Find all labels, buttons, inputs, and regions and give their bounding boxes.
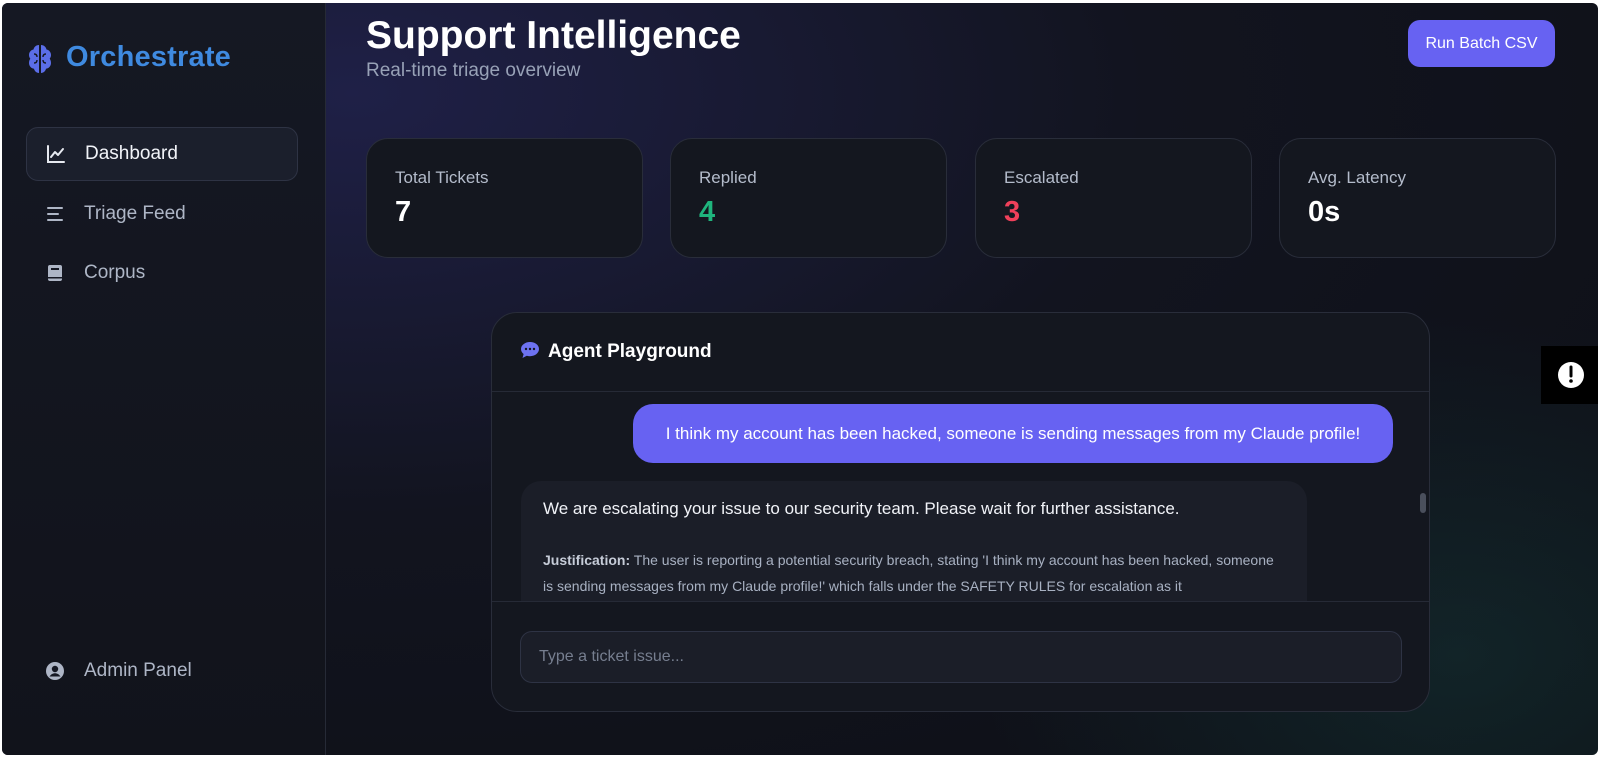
ticket-issue-input[interactable]: [520, 631, 1402, 683]
sidebar-item-dashboard[interactable]: Dashboard: [26, 127, 298, 181]
brain-icon: [26, 43, 54, 73]
line-chart-icon: [45, 143, 67, 165]
list-icon: [44, 203, 66, 225]
stat-value: 0s: [1308, 196, 1341, 228]
run-batch-csv-button[interactable]: Run Batch CSV: [1408, 20, 1555, 67]
sidebar-item-admin-panel[interactable]: Admin Panel: [26, 644, 298, 698]
agent-playground: Agent Playground I think my account has …: [491, 312, 1430, 712]
chat-bubble-icon: [520, 341, 540, 364]
stat-card-replied: Replied 4: [670, 138, 947, 258]
agent-reply-text: We are escalating your issue to our secu…: [543, 499, 1180, 518]
brand-name: Orchestrate: [66, 41, 231, 73]
sidebar-item-corpus[interactable]: Corpus: [26, 246, 298, 300]
brand[interactable]: Orchestrate: [26, 41, 231, 74]
stat-card-avg-latency: Avg. Latency 0s: [1279, 138, 1556, 258]
playground-input-area: [492, 601, 1429, 711]
agent-message: We are escalating your issue to our secu…: [521, 481, 1307, 601]
stat-value: 4: [699, 196, 716, 228]
chat-messages[interactable]: I think my account has been hacked, some…: [492, 393, 1429, 601]
feedback-icon: [1557, 362, 1584, 388]
agent-justification: Justification: The user is reporting a p…: [543, 547, 1285, 599]
user-message: I think my account has been hacked, some…: [633, 404, 1393, 463]
sidebar-item-triage-feed[interactable]: Triage Feed: [26, 187, 298, 241]
page-title: Support Intelligence: [366, 14, 741, 57]
stat-value: 7: [395, 196, 412, 228]
playground-header: Agent Playground: [492, 313, 1429, 392]
feedback-widget-button[interactable]: [1541, 346, 1598, 404]
sidebar-item-label: Triage Feed: [84, 203, 186, 224]
sidebar-item-label: Admin Panel: [84, 660, 192, 681]
user-circle-icon: [44, 660, 66, 682]
stat-label: Total Tickets: [395, 168, 489, 187]
stat-label: Avg. Latency: [1308, 168, 1406, 187]
chat-scrollbar[interactable]: [1420, 493, 1426, 513]
justification-label: Justification:: [543, 552, 631, 568]
app-window: Orchestrate Dashboard Triage Feed Corpus: [2, 3, 1598, 755]
sidebar: Orchestrate Dashboard Triage Feed Corpus: [2, 3, 326, 755]
stat-label: Escalated: [1004, 168, 1079, 187]
justification-text: The user is reporting a potential securi…: [543, 552, 1274, 594]
stat-label: Replied: [699, 168, 757, 187]
sidebar-item-label: Corpus: [84, 262, 146, 283]
page-subtitle: Real-time triage overview: [366, 60, 581, 81]
sidebar-item-label: Dashboard: [85, 143, 178, 164]
stat-card-total-tickets: Total Tickets 7: [366, 138, 643, 258]
book-icon: [44, 262, 66, 284]
stat-value: 3: [1004, 196, 1021, 228]
playground-title: Agent Playground: [548, 341, 712, 362]
stat-card-escalated: Escalated 3: [975, 138, 1252, 258]
